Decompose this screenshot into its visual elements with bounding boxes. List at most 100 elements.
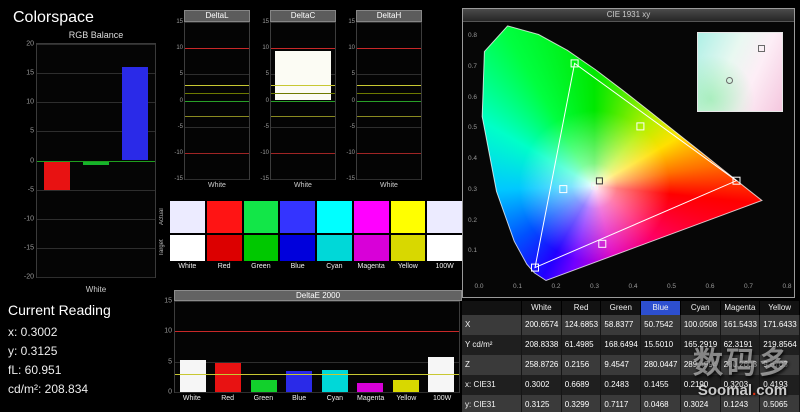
reference-line: [271, 85, 335, 86]
rgb-balance-plot: 20151050-5-10-15-20: [36, 43, 156, 278]
target-row-label: Target: [156, 235, 168, 261]
reference-line: [357, 85, 421, 86]
cell-cyan-x-cie31: 0.2190: [681, 375, 721, 395]
cie-y-tick: 0.3: [468, 187, 479, 194]
cell-green-y-cd-m-: 168.6494: [601, 335, 641, 355]
reference-line: [271, 93, 335, 94]
cell-white-y-cd-m-: 208.8338: [522, 335, 562, 355]
cell-magenta-y-cie31: 0.1243: [721, 395, 761, 412]
gridline: [271, 127, 335, 128]
reference-line: [271, 101, 335, 102]
gridline: [37, 44, 155, 45]
y-tick-label: 0: [180, 98, 185, 104]
y-tick-label: -15: [24, 244, 37, 251]
cell-green-z: 9.4547: [601, 355, 641, 375]
target-swatch-yellow: [391, 235, 426, 261]
actual-swatch-row: Actual: [156, 201, 462, 233]
reference-line: [185, 116, 249, 117]
column-header-green[interactable]: Green: [601, 301, 641, 315]
cie-x-tick: 0.1: [513, 284, 522, 291]
target-swatch-white: [170, 235, 205, 261]
delta_c-xlabel: White: [270, 182, 336, 189]
actual-swatch-100w: [427, 201, 462, 233]
actual-swatch-magenta: [354, 201, 389, 233]
cell-white-y-cie31: 0.3125: [522, 395, 562, 412]
y-tick-label: 5: [180, 71, 185, 77]
delta_l-chart: DeltaL151050-5-10-15White: [170, 10, 250, 189]
y-tick-label: 10: [26, 99, 37, 106]
y-tick-label: 10: [348, 45, 357, 51]
reading-x: x: 0.3002: [8, 323, 111, 342]
reference-line: [37, 161, 155, 162]
cell-red-x: 124.6853: [562, 315, 602, 335]
column-header-cyan[interactable]: Cyan: [681, 301, 721, 315]
reference-line: [185, 93, 249, 94]
cie-x-tick: 0.6: [705, 284, 714, 291]
reference-line: [357, 116, 421, 117]
de-label-yellow: Yellow: [389, 395, 425, 402]
y-tick-label: -15: [174, 176, 185, 182]
cell-white-x-cie31: 0.3002: [522, 375, 562, 395]
y-tick-label: -5: [178, 124, 185, 130]
gridline: [185, 74, 249, 75]
reference-line: [271, 153, 335, 154]
reading-fl: fL: 60.951: [8, 361, 111, 380]
column-header-empty[interactable]: [462, 301, 522, 315]
delta_c-title: DeltaC: [270, 10, 336, 22]
gridline: [175, 301, 459, 302]
gridline: [185, 179, 249, 180]
de-label-white: White: [174, 395, 210, 402]
cell-cyan-x: 100.0508: [681, 315, 721, 335]
cell-magenta-y-cd-m-: 62.3191: [721, 335, 761, 355]
swatch-column-labels: WhiteRedGreenBlueCyanMagentaYellow100W: [156, 263, 462, 270]
row-label-y-cd-m-: Y cd/m²: [462, 335, 522, 355]
cell-magenta-x: 161.5433: [721, 315, 761, 335]
cie-y-tick: 0.4: [468, 156, 479, 163]
column-header-yellow[interactable]: Yellow: [760, 301, 800, 315]
y-tick-label: 10: [176, 45, 185, 51]
column-header-magenta[interactable]: Magenta: [721, 301, 761, 315]
bar-yellow: [393, 380, 419, 392]
y-tick-label: 15: [176, 19, 185, 25]
delta_l-title: DeltaL: [184, 10, 250, 22]
cie-1931-plot: 0.80.70.60.50.40.30.20.1 0.00.10.20.30.4…: [479, 24, 787, 282]
y-tick-label: -15: [260, 176, 271, 182]
delta_l-plot: 151050-5-10-15: [184, 22, 250, 180]
cell-red-x-cie31: 0.6689: [562, 375, 602, 395]
cell-blue-z: 280.0447: [641, 355, 681, 375]
cie-1931-panel: CIE 1931 xy 0.80.70.60.50.40.30.20.1 0.0…: [462, 8, 795, 298]
target-swatch-blue: [280, 235, 315, 261]
delta_h-title: DeltaH: [356, 10, 422, 22]
y-tick-label: -20: [24, 274, 37, 281]
y-tick-label: 0: [30, 157, 37, 164]
reference-line: [357, 48, 421, 49]
de-label-blue: Blue: [281, 395, 317, 402]
delta-charts-row: DeltaL151050-5-10-15WhiteDeltaC151050-5-…: [170, 10, 422, 189]
delta-e-2000-title: DeltaE 2000: [174, 290, 462, 301]
reference-line: [357, 93, 421, 94]
target-swatch-red: [207, 235, 242, 261]
gridline: [185, 22, 249, 23]
column-header-white[interactable]: White: [522, 301, 562, 315]
cie-y-tick: 0.7: [468, 64, 479, 71]
current-reading-panel: Current Reading x: 0.3002y: 0.3125fL: 60…: [8, 302, 111, 399]
swatch-label-magenta: Magenta: [354, 263, 389, 270]
gridline: [271, 22, 335, 23]
gridline: [185, 127, 249, 128]
cell-cyan-y-cd-m-: 165.2919: [681, 335, 721, 355]
row-label-x: X: [462, 315, 522, 335]
column-header-blue[interactable]: Blue: [641, 301, 681, 315]
de-label-green: Green: [246, 395, 282, 402]
gridline: [357, 127, 421, 128]
actual-swatch-green: [244, 201, 279, 233]
swatch-label-green: Green: [244, 263, 279, 270]
y-tick-label: 15: [262, 19, 271, 25]
y-tick-label: 15: [26, 70, 37, 77]
gridline: [37, 277, 155, 278]
column-header-red[interactable]: Red: [562, 301, 602, 315]
cie-y-tick: 0.8: [468, 33, 479, 40]
de-label-red: Red: [210, 395, 246, 402]
cell-red-y-cie31: 0.3299: [562, 395, 602, 412]
cell-yellow-x-cie31: 0.4193: [760, 375, 800, 395]
cell-magenta-z: 280.2603: [721, 355, 761, 375]
